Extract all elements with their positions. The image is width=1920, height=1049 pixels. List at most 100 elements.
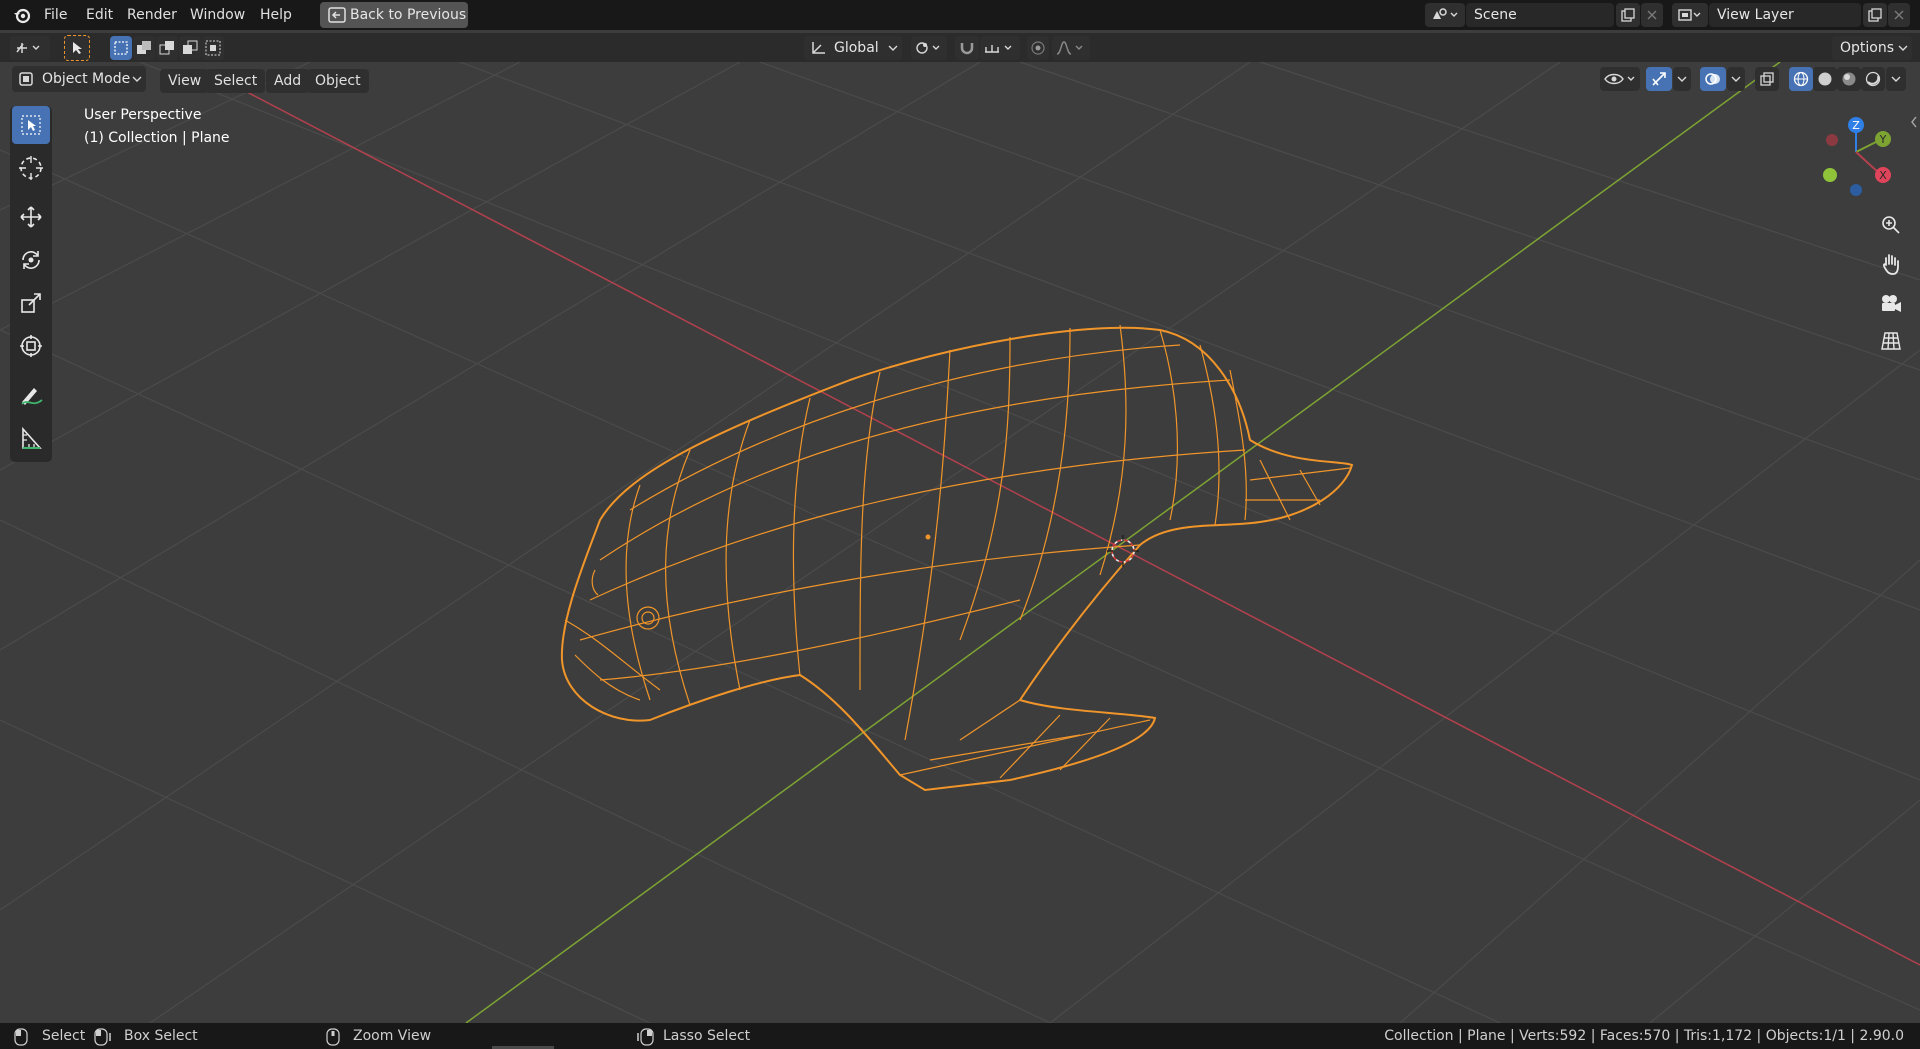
move-icon [20,206,42,228]
selected-mesh-wireframe[interactable] [560,324,1354,792]
transform-orientation-value: Global [834,40,879,56]
blender-logo-icon[interactable] [12,5,32,25]
mouse-left-icon [14,1028,28,1046]
tool-annotate[interactable] [12,377,50,415]
viewport-menu-object[interactable]: Object [307,69,369,93]
tool-measure[interactable] [12,420,50,458]
tool-transform[interactable] [12,327,50,365]
menu-help[interactable]: Help [254,4,298,26]
new-view-layer-button[interactable] [1863,3,1887,27]
chevron-down-icon [1677,76,1687,82]
tool-move[interactable] [12,198,50,236]
pan-view-button[interactable] [1876,249,1906,279]
mode-set-button[interactable] [110,36,132,60]
transform-orientation-dropdown[interactable]: Global [804,36,902,60]
gizmo-y-label: Y [1879,133,1887,146]
scene-statistics: Collection | Plane | Verts:592 | Faces:5… [1384,1028,1904,1044]
shading-dropdown[interactable] [1886,67,1906,91]
delete-scene-button[interactable] [1641,3,1663,27]
shading-wireframe-button[interactable] [1789,67,1813,91]
options-dropdown[interactable]: Options [1832,36,1912,60]
falloff-dropdown[interactable] [1052,36,1090,60]
proportional-edit-button[interactable] [1027,36,1049,60]
cursor-icon [19,156,43,180]
mesh-eye [636,606,660,630]
mode-difference-button[interactable] [179,36,201,60]
pivot-point-dropdown[interactable] [911,36,947,60]
view-layer-icon [1678,9,1701,21]
snap-element-dropdown[interactable] [980,36,1020,60]
close-icon [1647,10,1657,20]
viewport-menu-view[interactable]: View [160,69,210,93]
status-select-label: Select [42,1028,86,1044]
chevron-down-icon [888,45,898,51]
scene-browse-button[interactable] [1425,3,1465,27]
3d-cursor[interactable] [1107,535,1139,567]
gizmo-toggle-button[interactable] [1646,67,1672,91]
tool-scale[interactable] [12,284,50,322]
menu-window[interactable]: Window [184,4,251,26]
menu-edit[interactable]: Edit [80,4,119,26]
tool-select-box[interactable] [12,106,50,144]
chevron-down-icon [1731,76,1741,82]
overlay-dropdown[interactable] [1727,67,1745,91]
status-lasso-select-label: Lasso Select [663,1028,751,1044]
shading-material-button[interactable] [1837,67,1861,91]
mouse-middle-icon [326,1028,340,1046]
view-layer-browse-button[interactable] [1672,3,1708,27]
mode-extend-button[interactable] [133,36,155,60]
gizmo-x-label: X [1879,169,1887,182]
mode-intersect-button[interactable] [202,36,224,60]
shading-rendered-button[interactable] [1861,67,1885,91]
xray-toggle-button[interactable] [1755,67,1779,91]
select-cursor-icon [73,42,82,54]
zoom-icon [1882,216,1900,234]
editor-type-button[interactable] [10,36,50,60]
mouse-drag-icon [94,1028,111,1046]
gizmo-icon [1652,72,1666,86]
floor-grid [0,62,1920,1023]
3d-viewport[interactable] [0,62,1920,1023]
object-origin [925,534,931,540]
menu-file[interactable]: File [38,4,73,26]
ortho-toggle-button[interactable] [1876,326,1906,356]
orientation-global-icon [812,42,825,54]
camera-view-button[interactable] [1876,288,1906,318]
transform-icon [20,335,42,357]
overlay-toggle-button[interactable] [1700,67,1726,91]
snap-toggle-button[interactable] [955,36,979,60]
visibility-dropdown[interactable] [1600,67,1640,91]
scene-name-field[interactable]: Scene [1466,3,1614,27]
status-box-select-label: Box Select [124,1028,198,1044]
mode-subtract-button[interactable] [156,36,178,60]
back-to-previous-label: Back to Previous [350,7,467,23]
viewport-menu-select[interactable]: Select [206,69,266,93]
active-tool-button[interactable] [64,35,90,61]
camera-icon [1882,295,1901,312]
menu-render[interactable]: Render [121,4,183,26]
pan-hand-icon [1883,254,1899,275]
annotate-icon [21,388,43,405]
tool-cursor[interactable] [12,149,50,187]
shading-solid-button[interactable] [1813,67,1837,91]
magnet-icon [960,43,974,55]
select-set-icon [114,41,128,55]
new-scene-button[interactable] [1616,3,1640,27]
viewport-menu-add[interactable]: Add [266,69,310,93]
sidebar-collapse-icon[interactable] [1910,116,1918,128]
tool-rotate[interactable] [12,241,50,279]
viewport-scene[interactable] [0,62,1920,1023]
measure-icon [22,427,42,449]
scene-icon [1433,8,1458,19]
back-to-previous-button[interactable]: Back to Previous [320,2,468,28]
rendered-sphere-icon [1865,71,1881,87]
navigation-gizmo[interactable]: Z Y X [1810,108,1910,198]
view-layer-name-field[interactable]: View Layer [1709,3,1861,27]
object-mode-dropdown[interactable]: Object Mode [12,66,146,92]
object-mode-icon [19,72,33,86]
zoom-view-button[interactable] [1876,210,1906,240]
y-axis-line [465,62,1781,1023]
view-perspective-label: User Perspective [84,107,202,123]
delete-view-layer-button[interactable] [1888,3,1910,27]
gizmo-dropdown[interactable] [1673,67,1691,91]
